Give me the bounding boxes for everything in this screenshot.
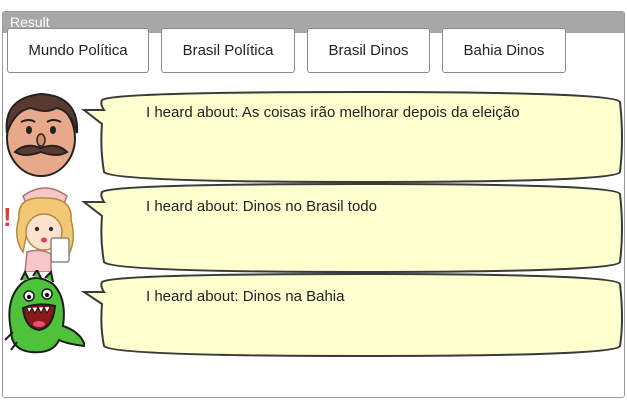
- message-text-1: I heard about: As coisas irão melhorar d…: [146, 104, 520, 121]
- brasil-dinos-button[interactable]: Brasil Dinos: [307, 28, 430, 73]
- speech-bubble-1: [81, 90, 623, 184]
- speech-bubble-3: [80, 272, 623, 358]
- brasil-politica-button[interactable]: Brasil Política: [161, 28, 295, 73]
- message-text-2: I heard about: Dinos no Brasil todo: [146, 198, 377, 215]
- bahia-dinos-button[interactable]: Bahia Dinos: [442, 28, 566, 73]
- speech-bubble-2: [81, 182, 623, 274]
- mundo-politica-button[interactable]: Mundo Política: [7, 28, 149, 73]
- message-text-3: I heard about: Dinos na Bahia: [146, 288, 345, 305]
